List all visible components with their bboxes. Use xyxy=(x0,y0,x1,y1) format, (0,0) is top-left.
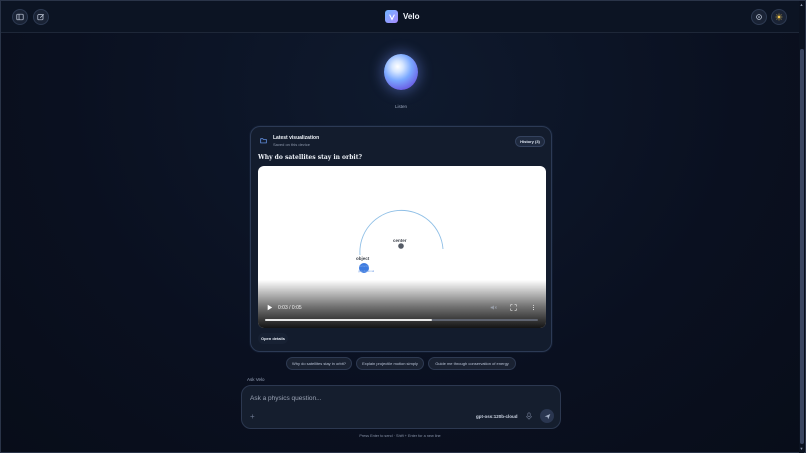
folder-icon xyxy=(260,138,267,144)
visualization-question: Why do satellites stay in orbit? xyxy=(258,154,362,161)
fullscreen-icon[interactable] xyxy=(510,304,517,311)
scroll-up-icon[interactable]: ▲ xyxy=(799,2,804,7)
keyboard-hint: Press Enter to send · Shift + Enter for … xyxy=(359,434,441,438)
composer-label: Ask Velo xyxy=(247,377,265,382)
question-input[interactable] xyxy=(250,393,510,403)
open-details-button[interactable]: Open details xyxy=(258,333,288,344)
play-button[interactable] xyxy=(265,303,274,312)
visualization-card: Latest visualization Saved on this devic… xyxy=(250,126,552,352)
settings-button[interactable] xyxy=(751,9,767,25)
suggestion-chip[interactable]: Why do satellites stay in orbit? xyxy=(286,357,352,370)
model-selector[interactable]: gpt-oss:120b-cloud xyxy=(476,414,518,419)
top-bar: Velo xyxy=(1,1,799,33)
more-options-icon[interactable] xyxy=(530,304,537,311)
suggestion-chip[interactable]: Explain projectile motion simply xyxy=(356,357,424,370)
video-player[interactable]: center object velocity gravitational 0:0… xyxy=(258,166,546,328)
voice-orb[interactable] xyxy=(384,54,418,90)
brand[interactable]: Velo xyxy=(385,10,419,23)
brand-name: Velo xyxy=(403,12,420,21)
sidebar-toggle-button[interactable] xyxy=(12,9,28,25)
center-mass xyxy=(398,243,404,249)
settings-icon xyxy=(756,14,762,20)
center-label: center xyxy=(393,238,407,243)
velo-logo-icon xyxy=(385,10,398,23)
card-title: Latest visualization xyxy=(273,135,320,141)
video-progress-track[interactable] xyxy=(265,319,538,321)
scrollbar-thumb[interactable] xyxy=(800,49,804,444)
composer: + gpt-oss:120b-cloud xyxy=(241,385,561,429)
video-time: 0:03 / 0:05 xyxy=(278,305,302,311)
send-icon xyxy=(544,413,550,419)
new-chat-button[interactable] xyxy=(33,9,49,25)
send-button[interactable] xyxy=(540,409,554,423)
video-progress-fill xyxy=(265,319,432,321)
velocity-label: velocity xyxy=(359,264,370,268)
history-button[interactable]: History (3) xyxy=(515,136,545,147)
card-subtitle: Saved on this device xyxy=(273,142,310,147)
attach-button[interactable]: + xyxy=(250,413,255,421)
scroll-down-icon[interactable]: ▼ xyxy=(799,446,804,451)
sun-icon xyxy=(775,13,783,21)
sidebar-toggle-icon xyxy=(16,13,24,21)
microphone-icon[interactable] xyxy=(525,412,533,420)
new-chat-icon xyxy=(37,13,45,21)
gravity-label: gravitational xyxy=(358,269,375,273)
object-label: object xyxy=(356,256,370,261)
theme-toggle-button[interactable] xyxy=(771,9,787,25)
suggestion-chip[interactable]: Guide me through conservation of energy xyxy=(428,357,516,370)
app-window: Velo Listen Latest visualization Saved o… xyxy=(0,0,806,453)
play-icon xyxy=(267,304,273,311)
orb-status: Listen xyxy=(394,104,407,109)
mute-icon[interactable] xyxy=(490,304,497,311)
video-controls: 0:03 / 0:05 xyxy=(258,298,546,328)
